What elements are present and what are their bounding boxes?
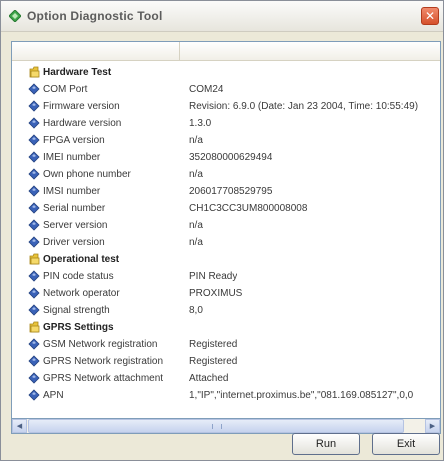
- exit-button[interactable]: Exit: [372, 433, 440, 455]
- item-label: Network operator: [43, 288, 120, 299]
- list-item[interactable]: Signal strength 8,0: [12, 302, 440, 319]
- arrow-left-icon: ◀: [16, 422, 23, 430]
- list-item[interactable]: GPRS Network registration Registered: [12, 353, 440, 370]
- list-item[interactable]: Network operator PROXIMUS: [12, 285, 440, 302]
- list-item[interactable]: Hardware version 1.3.0: [12, 115, 440, 132]
- list-item[interactable]: GSM Network registration Registered: [12, 336, 440, 353]
- close-icon: ✕: [424, 9, 436, 23]
- item-value: 8,0: [189, 305, 203, 316]
- item-value: CH1C3CC3UM800008008: [189, 203, 308, 214]
- item-label: Serial number: [43, 203, 106, 214]
- folder-icon: [29, 253, 40, 265]
- bullet-diamond-icon: [28, 338, 40, 350]
- bullet-diamond-icon: [28, 185, 40, 197]
- bullet-diamond-icon: [28, 355, 40, 367]
- item-value: 352080000629494: [189, 152, 273, 163]
- scroll-right-arrow[interactable]: ▶: [425, 419, 440, 433]
- item-label: FPGA version: [43, 135, 105, 146]
- bullet-diamond-icon: [28, 168, 40, 180]
- item-label: Firmware version: [43, 101, 120, 112]
- item-value: 1.3.0: [189, 118, 212, 129]
- section-header[interactable]: GPRS Settings: [12, 319, 440, 336]
- item-label: Hardware version: [43, 118, 122, 129]
- list-item[interactable]: Own phone number n/a: [12, 166, 440, 183]
- item-value: n/a: [189, 135, 203, 146]
- title-bar[interactable]: Option Diagnostic Tool ✕: [1, 1, 443, 32]
- item-label: GSM Network registration: [43, 339, 158, 350]
- horizontal-scrollbar[interactable]: ◀ ▶: [11, 419, 441, 434]
- item-value: n/a: [189, 237, 203, 248]
- bullet-diamond-icon: [28, 304, 40, 316]
- item-label: Driver version: [43, 237, 105, 248]
- item-value: 1,"IP","internet.proximus.be","081.169.0…: [189, 390, 414, 401]
- list-item[interactable]: PIN code status PIN Ready: [12, 268, 440, 285]
- grip-icon: [212, 424, 222, 429]
- item-label: Signal strength: [43, 305, 110, 316]
- column-header-value[interactable]: [180, 42, 440, 60]
- item-label: IMSI number: [43, 186, 101, 197]
- list-item[interactable]: Driver version n/a: [12, 234, 440, 251]
- bullet-diamond-icon: [28, 372, 40, 384]
- section-header[interactable]: Hardware Test: [12, 64, 440, 81]
- bullet-diamond-icon: [28, 134, 40, 146]
- run-button[interactable]: Run: [292, 433, 360, 455]
- item-label: PIN code status: [43, 271, 114, 282]
- diagnostic-window: Option Diagnostic Tool ✕ Hardware Test CO…: [0, 0, 444, 461]
- list-item[interactable]: APN 1,"IP","internet.proximus.be","081.16…: [12, 387, 440, 404]
- app-icon: [9, 10, 21, 22]
- bullet-diamond-icon: [28, 236, 40, 248]
- section-title: Hardware Test: [43, 67, 112, 78]
- bullet-diamond-icon: [28, 287, 40, 299]
- list-item[interactable]: FPGA version n/a: [12, 132, 440, 149]
- item-value: Attached: [189, 373, 229, 384]
- bullet-diamond-icon: [28, 219, 40, 231]
- section-title: GPRS Settings: [43, 322, 114, 333]
- item-value: Registered: [189, 339, 238, 350]
- list-header: [12, 42, 440, 61]
- bullet-diamond-icon: [28, 202, 40, 214]
- column-header-name[interactable]: [12, 42, 180, 60]
- item-value: n/a: [189, 169, 203, 180]
- list-item[interactable]: Server version n/a: [12, 217, 440, 234]
- arrow-right-icon: ▶: [429, 422, 436, 430]
- bullet-diamond-icon: [28, 117, 40, 129]
- item-label: GPRS Network registration: [43, 356, 164, 367]
- item-value: n/a: [189, 220, 203, 231]
- folder-icon: [29, 321, 40, 333]
- list-item[interactable]: GPRS Network attachment Attached: [12, 370, 440, 387]
- list-item[interactable]: IMSI number 206017708529795: [12, 183, 440, 200]
- item-label: Server version: [43, 220, 108, 231]
- bullet-diamond-icon: [28, 270, 40, 282]
- item-label: Own phone number: [43, 169, 131, 180]
- item-value: PROXIMUS: [189, 288, 243, 299]
- item-value: Registered: [189, 356, 238, 367]
- window-title: Option Diagnostic Tool: [27, 9, 163, 23]
- folder-icon: [29, 66, 40, 78]
- item-value: Revision: 6.9.0 (Date: Jan 23 2004, Time…: [189, 101, 419, 112]
- section-header[interactable]: Operational test: [12, 251, 440, 268]
- list-item[interactable]: Firmware version Revision: 6.9.0 (Date: J…: [12, 98, 440, 115]
- bullet-diamond-icon: [28, 100, 40, 112]
- close-button[interactable]: ✕: [421, 7, 439, 25]
- item-value: COM24: [189, 84, 224, 95]
- section-title: Operational test: [43, 254, 120, 265]
- item-label: APN: [43, 390, 64, 401]
- diagnostic-list[interactable]: Hardware Test COM Port COM24 Firmware versi…: [11, 41, 441, 419]
- bullet-diamond-icon: [28, 83, 40, 95]
- list-item[interactable]: Serial number CH1C3CC3UM800008008: [12, 200, 440, 217]
- scroll-left-arrow[interactable]: ◀: [12, 419, 27, 433]
- scroll-thumb[interactable]: [28, 419, 404, 433]
- item-value: PIN Ready: [189, 271, 238, 282]
- item-label: COM Port: [43, 84, 88, 95]
- bullet-diamond-icon: [28, 151, 40, 163]
- list-item[interactable]: IMEI number 352080000629494: [12, 149, 440, 166]
- bullet-diamond-icon: [28, 389, 40, 401]
- list-item[interactable]: COM Port COM24: [12, 81, 440, 98]
- item-value: 206017708529795: [189, 186, 273, 197]
- list-rows: Hardware Test COM Port COM24 Firmware versi…: [12, 64, 440, 404]
- item-label: IMEI number: [43, 152, 101, 163]
- item-label: GPRS Network attachment: [43, 373, 164, 384]
